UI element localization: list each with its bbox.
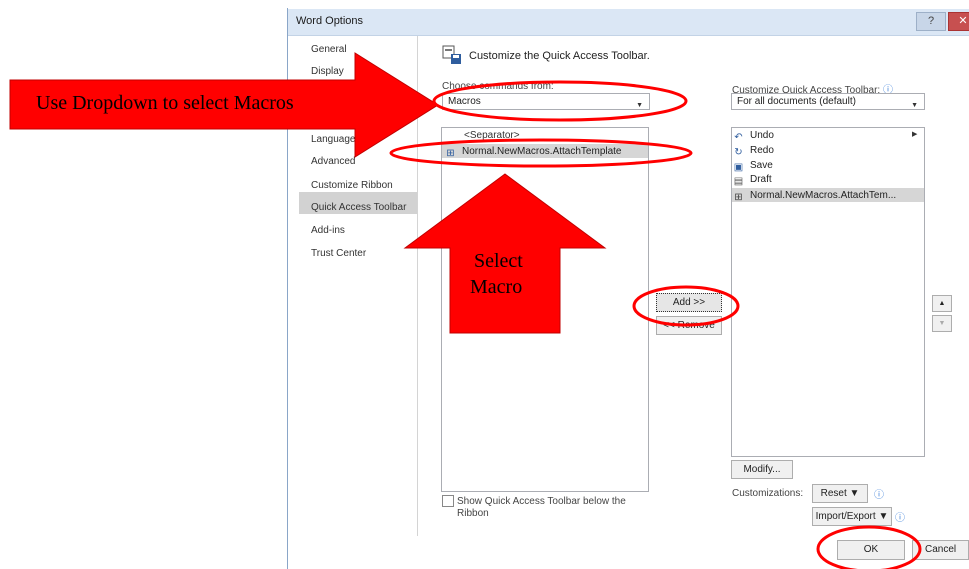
annotation-text-select: Select: [474, 250, 523, 272]
highlight-ellipse-add-button: [632, 285, 740, 327]
highlight-ellipse-ok-button: [816, 525, 922, 569]
highlight-ellipse-dropdown: [432, 80, 688, 122]
highlight-ellipse-macro-item: [389, 138, 693, 168]
annotation-text-macro: Macro: [470, 276, 523, 298]
annotation-text-use-dropdown: Use Dropdown to select Macros: [36, 92, 294, 114]
